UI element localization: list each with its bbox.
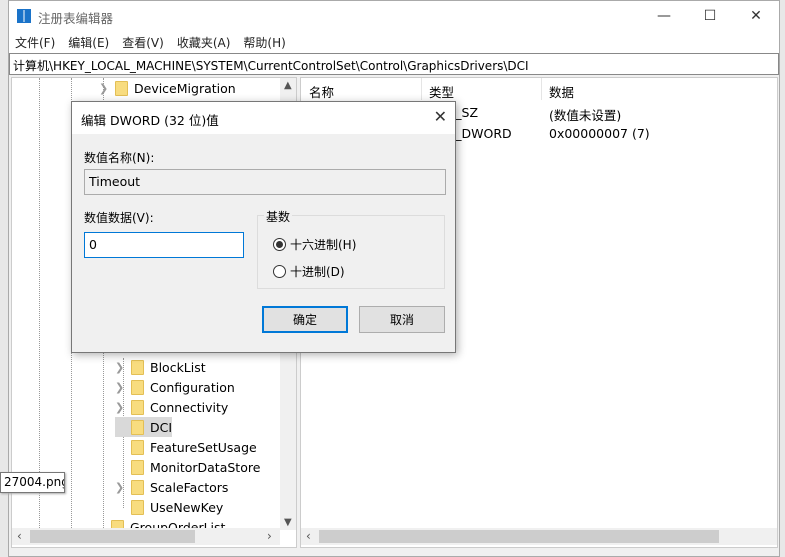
menu-view[interactable]: 查看(V) (122, 34, 164, 51)
value-data-input[interactable]: 0 (84, 232, 244, 258)
folder-icon (131, 459, 144, 475)
regedit-app-icon (17, 9, 31, 23)
dialog-close-icon[interactable]: ✕ (434, 107, 447, 126)
chevron-right-icon[interactable]: ❯ (99, 82, 109, 95)
cancel-button[interactable]: 取消 (359, 306, 445, 333)
radio-hexadecimal[interactable]: 十六进制(H) (273, 236, 356, 253)
scroll-up-arrow-icon[interactable]: ▲ (284, 80, 292, 91)
maximize-button[interactable]: ☐ (687, 1, 733, 31)
chevron-right-icon[interactable]: ❯ (115, 381, 125, 394)
scroll-down-arrow-icon[interactable]: ▼ (284, 517, 292, 528)
tree-horizontal-scrollbar[interactable]: ‹ › (12, 528, 280, 545)
scroll-left-arrow-icon[interactable]: ‹ (17, 529, 22, 543)
folder-icon (131, 479, 144, 495)
radio-decimal[interactable]: 十进制(D) (273, 263, 345, 280)
radio-checked-icon[interactable] (273, 238, 286, 251)
radio-label: 十六进制(H) (290, 238, 357, 252)
scroll-thumb[interactable] (319, 530, 719, 543)
menu-edit[interactable]: 编辑(E) (68, 34, 109, 51)
window-title: 注册表编辑器 (38, 11, 114, 26)
ok-button[interactable]: 确定 (262, 306, 348, 333)
tree-item-connectivity[interactable]: ❯ Connectivity (115, 397, 228, 417)
menu-file[interactable]: 文件(F) (15, 34, 55, 51)
tree-item-label: ScaleFactors (150, 479, 229, 495)
tree-item-usenewkey[interactable]: UseNewKey (115, 497, 223, 517)
scroll-left-arrow-icon[interactable]: ‹ (306, 529, 311, 543)
row-data[interactable]: (数值未设置) (549, 105, 621, 124)
value-name-label: 数值名称(N): (84, 151, 155, 165)
chevron-right-icon[interactable]: ❯ (115, 481, 125, 494)
list-horizontal-scrollbar[interactable]: ‹ (301, 528, 777, 545)
tree-item-configuration[interactable]: ❯ Configuration (115, 377, 235, 397)
folder-icon (115, 80, 128, 96)
column-header-type[interactable]: 类型 (429, 82, 454, 101)
tree-item-label: BlockList (150, 359, 206, 375)
tree-item-dci[interactable]: DCI (115, 417, 173, 437)
tree-item-devicemigration[interactable]: ❯ DeviceMigration (99, 78, 236, 98)
column-header-data[interactable]: 数据 (549, 82, 574, 101)
tree-item-scalefactors[interactable]: ❯ ScaleFactors (115, 477, 228, 497)
tree-item-label: DeviceMigration (134, 80, 236, 96)
tree-item-label: MonitorDataStore (150, 459, 261, 475)
menu-help[interactable]: 帮助(H) (243, 34, 285, 51)
scroll-thumb[interactable] (30, 530, 195, 543)
tree-item-monitordatastore[interactable]: MonitorDataStore (115, 457, 260, 477)
folder-icon (131, 379, 144, 395)
folder-icon (131, 359, 144, 375)
tree-item-label: Connectivity (150, 399, 229, 415)
menu-favorites[interactable]: 收藏夹(A) (177, 34, 231, 51)
folder-icon (131, 499, 144, 515)
scroll-right-arrow-icon[interactable]: › (267, 529, 272, 543)
value-data-label: 数值数据(V): (84, 211, 154, 225)
folder-icon (131, 439, 144, 455)
row-data[interactable]: 0x00000007 (7) (549, 126, 650, 141)
folder-icon (131, 419, 144, 435)
menu-bar: 文件(F) 编辑(E) 查看(V) 收藏夹(A) 帮助(H) (9, 31, 779, 53)
radio-unchecked-icon[interactable] (273, 265, 286, 278)
tree-item-featuresetusage[interactable]: FeatureSetUsage (115, 437, 257, 457)
title-bar: 注册表编辑器 — ☐ ✕ (9, 1, 779, 31)
chevron-right-icon[interactable]: ❯ (115, 401, 125, 414)
close-button[interactable]: ✕ (733, 1, 779, 31)
tree-item-blocklist[interactable]: ❯ BlockList (115, 357, 206, 377)
dialog-title: 编辑 DWORD (32 位)值 (72, 102, 455, 134)
chevron-right-icon[interactable]: ❯ (115, 361, 125, 374)
folder-icon (131, 399, 144, 415)
tooltip: 27004.png (0, 472, 65, 493)
edit-dword-dialog: 编辑 DWORD (32 位)值 ✕ 数值名称(N): Timeout 数值数据… (71, 101, 456, 353)
tree-item-label: DCI (150, 419, 173, 435)
tree-item-label: Configuration (150, 379, 235, 395)
radio-label: 十进制(D) (290, 265, 345, 279)
tree-item-label: UseNewKey (150, 499, 224, 515)
base-label: 基数 (264, 208, 293, 225)
value-name-field[interactable]: Timeout (84, 169, 446, 195)
column-header-name[interactable]: 名称 (309, 82, 334, 101)
address-bar[interactable]: 计算机\HKEY_LOCAL_MACHINE\SYSTEM\CurrentCon… (9, 53, 779, 75)
minimize-button[interactable]: — (641, 1, 687, 31)
tree-item-label: FeatureSetUsage (150, 439, 257, 455)
